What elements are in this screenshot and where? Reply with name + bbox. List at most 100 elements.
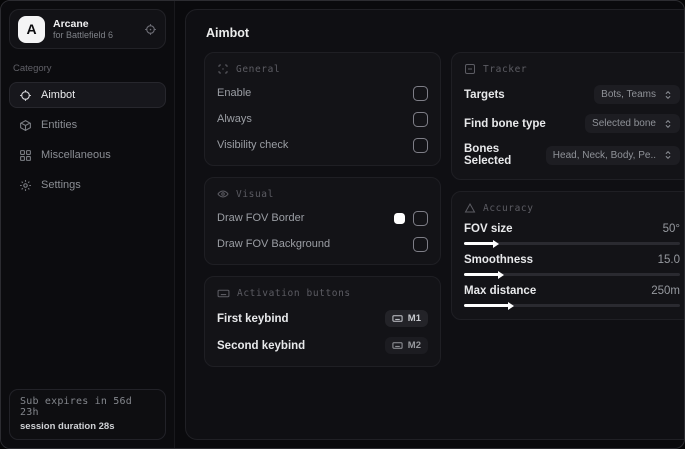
keybind-value: M2 bbox=[407, 340, 421, 351]
sub-expiry-text: Sub expires in 56d 23h bbox=[20, 396, 132, 418]
chevrons-up-down-icon bbox=[663, 119, 673, 129]
keyboard-icon bbox=[392, 340, 403, 351]
right-column: Tracker Targets Bots, Teams Find bone ty… bbox=[451, 52, 684, 320]
sidebar-item-label: Miscellaneous bbox=[41, 149, 111, 161]
setting-row-enable: Enable bbox=[217, 85, 428, 101]
main-panel: Aimbot General Enable Always Visibility … bbox=[185, 9, 684, 440]
category-label: Category bbox=[13, 63, 52, 74]
target-icon[interactable] bbox=[144, 23, 157, 36]
enable-checkbox[interactable] bbox=[413, 85, 428, 101]
general-title: General bbox=[236, 63, 281, 75]
smoothness-group: Smoothness 15.0 bbox=[464, 254, 680, 279]
select-value: Bots, Teams bbox=[601, 89, 656, 100]
max-distance-group: Max distance 250m bbox=[464, 285, 680, 310]
select-value: Selected bone bbox=[592, 118, 656, 129]
setting-label: Enable bbox=[217, 87, 252, 99]
sidebar-item-entities[interactable]: Entities bbox=[9, 112, 166, 138]
setting-label: Second keybind bbox=[217, 339, 306, 352]
smoothness-slider[interactable] bbox=[464, 270, 680, 279]
tracker-title: Tracker bbox=[483, 63, 528, 75]
slider-fill bbox=[464, 239, 500, 248]
activation-card: Activation buttons First keybind M1 Seco… bbox=[204, 276, 441, 367]
max-distance-slider[interactable] bbox=[464, 301, 680, 310]
left-column: General Enable Always Visibility check V… bbox=[204, 52, 441, 367]
bones-selected-select[interactable]: Head, Neck, Body, Pe.. bbox=[545, 145, 680, 165]
fov-background-checkbox[interactable] bbox=[413, 236, 428, 252]
setting-label: Always bbox=[217, 113, 252, 125]
first-keybind-button[interactable]: M1 bbox=[384, 310, 428, 327]
app-window: A Arcane for Battlefield 6 Category Aimb… bbox=[0, 0, 685, 449]
setting-row-targets: Targets Bots, Teams bbox=[464, 85, 680, 104]
setting-row-first-keybind: First keybind M1 bbox=[217, 310, 428, 327]
visual-header: Visual bbox=[217, 188, 428, 200]
brand-logo: A bbox=[18, 15, 45, 43]
grid-icon bbox=[19, 149, 32, 162]
sidebar-item-aimbot[interactable]: Aimbot bbox=[9, 82, 166, 108]
always-checkbox[interactable] bbox=[413, 111, 428, 127]
page-title: Aimbot bbox=[206, 26, 250, 40]
setting-row-bones-selected: Bones Selected Head, Neck, Body, Pe.. bbox=[464, 143, 680, 167]
fov-size-slider[interactable] bbox=[464, 239, 680, 248]
setting-label: Smoothness bbox=[464, 254, 534, 266]
setting-label: Visibility check bbox=[217, 139, 289, 151]
accuracy-title: Accuracy bbox=[483, 202, 534, 214]
chevrons-up-down-icon bbox=[663, 150, 673, 160]
sidebar-item-miscellaneous[interactable]: Miscellaneous bbox=[9, 142, 166, 168]
setting-label: Draw FOV Border bbox=[217, 212, 305, 224]
brand-card: A Arcane for Battlefield 6 bbox=[9, 9, 166, 49]
second-keybind-button[interactable]: M2 bbox=[384, 337, 428, 354]
triangle-icon bbox=[464, 202, 476, 214]
sidebar-item-settings[interactable]: Settings bbox=[9, 172, 166, 198]
tracker-card: Tracker Targets Bots, Teams Find bone ty… bbox=[451, 52, 684, 180]
activation-header: Activation buttons bbox=[217, 287, 428, 300]
session-duration-text: session duration 28s bbox=[20, 421, 115, 432]
setting-row-second-keybind: Second keybind M2 bbox=[217, 337, 428, 354]
setting-label: Max distance bbox=[464, 285, 537, 297]
setting-row-fov-background: Draw FOV Background bbox=[217, 236, 428, 252]
setting-label: Bones Selected bbox=[464, 143, 512, 167]
chevrons-up-down-icon bbox=[663, 90, 673, 100]
cube-icon bbox=[19, 119, 32, 132]
brand-text: Arcane for Battlefield 6 bbox=[53, 18, 136, 40]
setting-row-fov-border: Draw FOV Border bbox=[217, 210, 428, 226]
accuracy-card: Accuracy FOV size 50° Smoothness 15.0 Ma… bbox=[451, 191, 684, 320]
visibility-check-checkbox[interactable] bbox=[413, 137, 428, 153]
visual-card: Visual Draw FOV Border Draw FOV Backgrou… bbox=[204, 177, 441, 265]
setting-label: First keybind bbox=[217, 312, 289, 325]
setting-row-find-bone-type: Find bone type Selected bone bbox=[464, 114, 680, 133]
setting-row-always: Always bbox=[217, 111, 428, 127]
sidebar: A Arcane for Battlefield 6 Category Aimb… bbox=[1, 1, 175, 448]
keyboard-icon bbox=[392, 313, 403, 324]
slider-fill bbox=[464, 301, 515, 310]
select-value: Head, Neck, Body, Pe.. bbox=[552, 149, 656, 161]
sidebar-item-label: Settings bbox=[41, 179, 81, 191]
tracker-header: Tracker bbox=[464, 63, 680, 75]
square-minus-icon bbox=[464, 63, 476, 75]
scan-icon bbox=[217, 63, 229, 75]
subscription-card: Sub expires in 56d 23h session duration … bbox=[9, 389, 166, 440]
crosshair-icon bbox=[19, 89, 32, 102]
setting-label: FOV size bbox=[464, 223, 513, 235]
keybind-value: M1 bbox=[407, 313, 421, 324]
brand-name: Arcane bbox=[53, 17, 89, 30]
targets-select[interactable]: Bots, Teams bbox=[594, 85, 680, 104]
general-card: General Enable Always Visibility check bbox=[204, 52, 441, 166]
content-columns: General Enable Always Visibility check V… bbox=[204, 52, 684, 367]
setting-label: Targets bbox=[464, 88, 505, 101]
sidebar-item-label: Entities bbox=[41, 119, 78, 131]
smoothness-value: 15.0 bbox=[657, 254, 680, 266]
setting-label: Find bone type bbox=[464, 117, 546, 130]
general-header: General bbox=[217, 63, 428, 75]
slider-fill bbox=[464, 270, 504, 279]
fov-border-checkbox[interactable] bbox=[413, 210, 428, 226]
accuracy-header: Accuracy bbox=[464, 202, 680, 214]
sidebar-item-label: Aimbot bbox=[41, 89, 76, 101]
eye-icon bbox=[217, 188, 229, 200]
fov-size-value: 50° bbox=[662, 223, 680, 235]
sidebar-nav: Aimbot Entities Miscellaneous Settings bbox=[9, 82, 166, 198]
activation-title: Activation buttons bbox=[237, 288, 351, 299]
brand-subtitle: for Battlefield 6 bbox=[53, 29, 114, 40]
visual-title: Visual bbox=[236, 188, 274, 200]
find-bone-type-select[interactable]: Selected bone bbox=[585, 114, 680, 133]
fov-border-color-swatch[interactable] bbox=[394, 212, 405, 224]
